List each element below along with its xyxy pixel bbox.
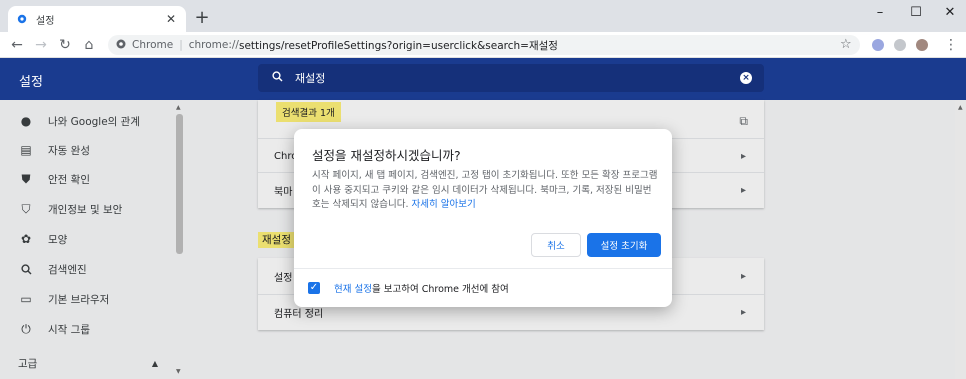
chrome-icon	[116, 39, 126, 52]
home-icon[interactable]: ⌂	[78, 34, 100, 56]
maximize-icon[interactable]: ☐	[898, 0, 934, 24]
learn-more-link[interactable]: 자세히 알아보기	[412, 199, 476, 210]
search-icon	[272, 71, 283, 85]
reload-icon[interactable]: ↻	[54, 34, 76, 56]
url-separator: |	[179, 39, 183, 51]
dialog-footer: ✓ 현재 설정 을 보고하여 Chrome 개선에 참여	[294, 268, 672, 307]
dialog-body-text: 시작 페이지, 새 탭 페이지, 검색엔진, 고정 탭이 초기화됩니다. 또한 …	[312, 170, 658, 210]
bookmark-star-icon[interactable]: ☆	[840, 37, 852, 52]
search-value: 재설정	[295, 72, 326, 85]
minimize-icon[interactable]: –	[862, 0, 898, 24]
report-settings-checkbox[interactable]: ✓	[308, 282, 320, 294]
kebab-menu-icon[interactable]: ⋮	[944, 37, 958, 53]
tab-strip: 설정 ✕ + – ☐ ✕	[0, 0, 966, 32]
reset-settings-button[interactable]: 설정 초기화	[587, 233, 661, 257]
tab-title: 설정	[36, 15, 55, 27]
settings-header: 설정 재설정 ×	[0, 58, 966, 100]
dialog-body: 시작 페이지, 새 탭 페이지, 검색엔진, 고정 탭이 초기화됩니다. 또한 …	[312, 169, 658, 213]
tab-settings[interactable]: 설정 ✕	[8, 6, 186, 32]
back-icon[interactable]: ←	[6, 34, 28, 56]
url-host: chrome://	[188, 39, 239, 51]
dialog-title: 설정을 재설정하시겠습니까?	[312, 148, 461, 163]
current-settings-link[interactable]: 현재 설정	[334, 281, 372, 295]
close-tab-icon[interactable]: ✕	[164, 12, 178, 26]
url-origin-label: Chrome	[132, 39, 174, 51]
close-window-icon[interactable]: ✕	[932, 0, 966, 24]
cancel-button[interactable]: 취소	[531, 233, 581, 257]
reset-settings-dialog: 설정을 재설정하시겠습니까? 시작 페이지, 새 탭 페이지, 검색엔진, 고정…	[294, 129, 672, 307]
forward-icon[interactable]: →	[30, 34, 52, 56]
browser-toolbar: ← → ↻ ⌂ Chrome | chrome:// settings/rese…	[0, 32, 966, 58]
checkbox-label: 을 보고하여 Chrome 개선에 참여	[371, 284, 509, 295]
settings-search-input[interactable]: 재설정 ×	[258, 64, 764, 92]
url-path: settings/resetProfileSettings?origin=use…	[238, 39, 558, 52]
extension-icon[interactable]	[872, 39, 884, 51]
address-bar[interactable]: Chrome | chrome:// settings/resetProfile…	[108, 35, 860, 55]
avatar[interactable]	[916, 39, 928, 51]
gear-icon	[16, 13, 28, 25]
new-tab-button[interactable]: +	[192, 8, 212, 28]
extension-icon[interactable]	[894, 39, 906, 51]
page-title: 설정	[19, 75, 43, 90]
clear-search-icon[interactable]: ×	[740, 72, 752, 84]
